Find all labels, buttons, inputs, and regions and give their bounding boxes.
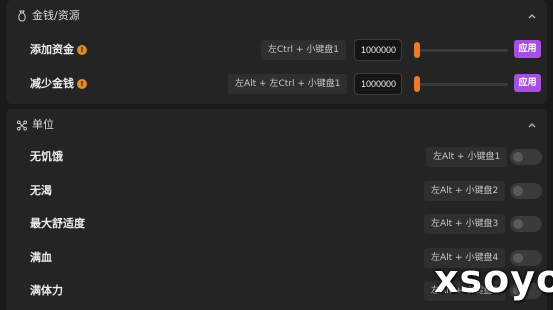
row-reduce-money: 减少金钱 ! 左Alt + 左Ctrl + 小键盘1 1000000 应用	[6, 68, 547, 100]
row-label: 添加资金	[30, 43, 74, 56]
toggle-switch[interactable]	[510, 149, 542, 165]
hotkey-badge[interactable]: 左Alt + 小键盘3	[424, 214, 506, 234]
row-label: 减少金钱	[30, 77, 74, 90]
toggle-switch[interactable]	[510, 216, 542, 232]
amount-slider-track[interactable]	[416, 83, 508, 86]
hotkey-badge[interactable]: 左Ctrl + 小键盘1	[261, 40, 347, 60]
amount-slider-thumb[interactable]	[414, 42, 420, 58]
row-no-hunger: 无饥饿 左Alt + 小键盘1	[6, 141, 547, 173]
amount-slider-track[interactable]	[416, 49, 508, 52]
amount-slider-thumb[interactable]	[414, 76, 420, 92]
unit-nodes-icon	[17, 119, 27, 131]
row-label: 满体力	[30, 284, 63, 297]
section-title: 金钱/资源	[32, 9, 80, 22]
section-header-money[interactable]: 金钱/资源	[6, 0, 547, 32]
amount-input[interactable]: 1000000	[354, 73, 402, 95]
section-money-resources: 金钱/资源 添加资金 ! 左Ctrl + 小键盘1 1000000 应用 减少金…	[6, 0, 547, 104]
money-bag-icon	[17, 10, 27, 22]
row-max-comfort: 最大舒适度 左Alt + 小键盘3	[6, 208, 547, 240]
hotkey-badge[interactable]: 左Alt + 小键盘2	[424, 181, 506, 201]
hotkey-badge[interactable]: 左Alt + 左Ctrl + 小键盘1	[228, 74, 348, 94]
row-label: 无饥饿	[30, 150, 63, 163]
row-add-funds: 添加资金 ! 左Ctrl + 小键盘1 1000000 应用	[6, 34, 547, 66]
hotkey-badge[interactable]: 左Alt + 小键盘1	[426, 147, 508, 167]
info-icon[interactable]: !	[77, 45, 87, 55]
apply-button[interactable]: 应用	[514, 40, 541, 58]
watermark-logo: xsoyo	[434, 257, 553, 301]
section-title: 单位	[32, 118, 54, 131]
row-label: 满血	[30, 251, 52, 264]
amount-input[interactable]: 1000000	[354, 39, 402, 61]
info-icon[interactable]: !	[77, 79, 87, 89]
row-label: 无渴	[30, 184, 52, 197]
apply-button[interactable]: 应用	[514, 74, 541, 92]
toggle-switch[interactable]	[510, 183, 542, 199]
row-label: 最大舒适度	[30, 217, 85, 230]
row-no-thirst: 无渴 左Alt + 小键盘2	[6, 175, 547, 207]
chevron-up-icon[interactable]	[527, 11, 537, 21]
chevron-up-icon[interactable]	[527, 120, 537, 130]
section-header-unit[interactable]: 单位	[6, 109, 547, 141]
